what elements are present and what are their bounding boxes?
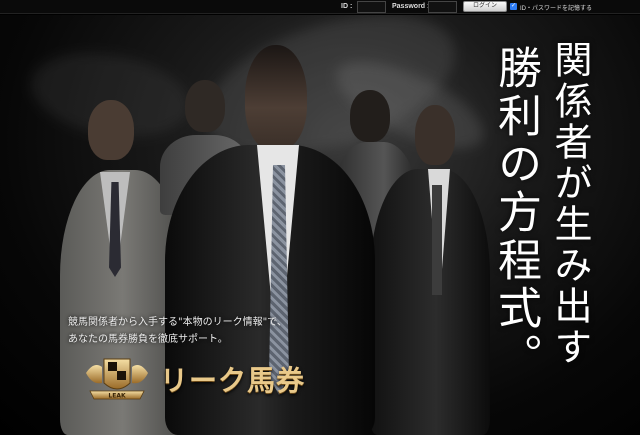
leak-emblem-icon: LEAK — [86, 358, 148, 400]
remember-checkbox[interactable]: ✓ — [510, 3, 517, 10]
headline-line1: 関係者が生み出す — [548, 40, 592, 368]
id-label: ID : — [341, 3, 353, 10]
headline-line2: 勝利の方程式。 — [490, 45, 541, 381]
password-input[interactable] — [428, 1, 457, 13]
login-bar: ID : Password : ログイン ✓ ID・パスワードを記憶する — [0, 0, 640, 14]
subtext-line1: 競馬関係者から入手する"本物のリーク情報"で、 — [68, 317, 287, 328]
hero-banner: 関係者が生み出す 勝利の方程式。 競馬関係者から入手する"本物のリーク情報"で、… — [0, 15, 640, 435]
remember-label: ID・パスワードを記憶する — [520, 6, 593, 12]
emblem-text: LEAK — [108, 393, 126, 400]
id-input[interactable] — [357, 1, 386, 13]
leak-logo[interactable]: LEAK リーク馬券 — [72, 351, 322, 405]
subtext-line2: あなたの馬券勝負を徹底サポート。 — [68, 334, 228, 345]
logo-text: リーク馬券 — [160, 364, 306, 397]
person-right — [370, 105, 490, 435]
login-button[interactable]: ログイン — [463, 1, 507, 12]
subtext: 競馬関係者から入手する"本物のリーク情報"で、 あなたの馬券勝負を徹底サポート。 — [68, 314, 287, 348]
password-label: Password : — [392, 3, 430, 10]
